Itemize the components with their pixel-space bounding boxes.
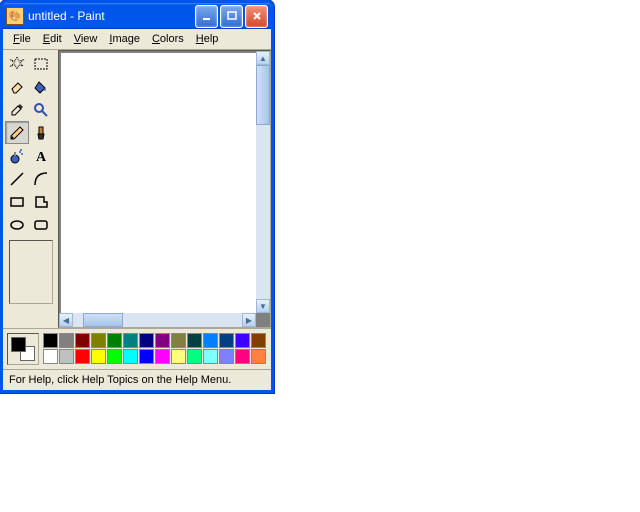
color-swatch-1[interactable]	[59, 333, 74, 348]
tool-curve[interactable]	[29, 167, 53, 190]
color-swatch-4[interactable]	[107, 333, 122, 348]
menu-colors[interactable]: Colors	[146, 31, 190, 47]
tool-text[interactable]: A	[29, 144, 53, 167]
tool-ellipse[interactable]	[5, 213, 29, 236]
color-swatch-14[interactable]	[43, 349, 58, 364]
tool-picker[interactable]	[5, 98, 29, 121]
drawing-canvas[interactable]	[61, 53, 257, 313]
scroll-up-button[interactable]: ▲	[256, 51, 270, 65]
color-swatch-16[interactable]	[75, 349, 90, 364]
title-bar[interactable]: 🎨 untitled - Paint	[3, 3, 271, 29]
close-button[interactable]	[245, 5, 268, 28]
free-select-icon	[9, 56, 25, 72]
status-bar: For Help, click Help Topics on the Help …	[3, 369, 271, 390]
vertical-scroll-thumb[interactable]	[256, 65, 270, 125]
menu-image[interactable]: Image	[103, 31, 146, 47]
airbrush-icon	[9, 148, 25, 164]
tool-fill[interactable]	[29, 75, 53, 98]
color-swatch-7[interactable]	[155, 333, 170, 348]
minimize-button[interactable]	[195, 5, 218, 28]
color-swatch-6[interactable]	[139, 333, 154, 348]
color-palette-area	[3, 328, 271, 369]
menu-edit[interactable]: Edit	[37, 31, 68, 47]
polygon-icon	[33, 194, 49, 210]
text-icon: A	[33, 148, 49, 164]
tool-rect-select[interactable]	[29, 52, 53, 75]
round-rect-icon	[33, 217, 49, 233]
tool-options[interactable]	[9, 240, 53, 304]
brush-icon	[33, 125, 49, 141]
tool-polygon[interactable]	[29, 190, 53, 213]
color-swatch-3[interactable]	[91, 333, 106, 348]
color-swatch-23[interactable]	[187, 349, 202, 364]
color-swatch-8[interactable]	[171, 333, 186, 348]
rect-select-icon	[33, 56, 49, 72]
color-swatch-11[interactable]	[219, 333, 234, 348]
color-swatch-18[interactable]	[107, 349, 122, 364]
window-buttons	[195, 5, 268, 28]
menu-view[interactable]: View	[68, 31, 104, 47]
color-swatch-0[interactable]	[43, 333, 58, 348]
color-swatch-5[interactable]	[123, 333, 138, 348]
rectangle-icon	[9, 194, 25, 210]
fill-icon	[33, 79, 49, 95]
tool-free-select[interactable]	[5, 52, 29, 75]
tool-brush[interactable]	[29, 121, 53, 144]
ellipse-icon	[9, 217, 25, 233]
vertical-scrollbar[interactable]: ▲ ▼	[256, 51, 270, 313]
toolbox: A	[3, 50, 58, 328]
color-swatch-21[interactable]	[155, 349, 170, 364]
svg-text:A: A	[36, 150, 47, 164]
color-swatch-17[interactable]	[91, 349, 106, 364]
scroll-down-button[interactable]: ▼	[256, 299, 270, 313]
tool-pencil[interactable]	[5, 121, 29, 144]
tool-line[interactable]	[5, 167, 29, 190]
curve-icon	[33, 171, 49, 187]
color-swatch-24[interactable]	[203, 349, 218, 364]
picker-icon	[9, 102, 25, 118]
color-palette	[43, 333, 267, 365]
color-swatch-9[interactable]	[187, 333, 202, 348]
color-swatch-2[interactable]	[75, 333, 90, 348]
tool-airbrush[interactable]	[5, 144, 29, 167]
color-swatch-25[interactable]	[219, 349, 234, 364]
horizontal-scroll-thumb[interactable]	[83, 313, 123, 327]
pencil-icon	[9, 125, 25, 141]
color-swatch-10[interactable]	[203, 333, 218, 348]
scroll-right-button[interactable]: ▶	[242, 313, 256, 327]
color-swatch-15[interactable]	[59, 349, 74, 364]
app-icon: 🎨	[6, 7, 24, 25]
line-icon	[9, 171, 25, 187]
foreground-color-swatch[interactable]	[11, 337, 26, 352]
color-swatch-13[interactable]	[251, 333, 266, 348]
menu-help[interactable]: Help	[190, 31, 225, 47]
menu-bar: File Edit View Image Colors Help	[3, 29, 271, 50]
eraser-icon	[9, 79, 25, 95]
paint-window: 🎨 untitled - Paint File Edit View Image …	[0, 0, 274, 393]
tool-eraser[interactable]	[5, 75, 29, 98]
color-swatch-20[interactable]	[139, 349, 154, 364]
tool-rectangle[interactable]	[5, 190, 29, 213]
tool-round-rect[interactable]	[29, 213, 53, 236]
canvas-area: ▲ ▼ ◀ ▶	[58, 50, 271, 328]
menu-file[interactable]: File	[7, 31, 37, 47]
color-swatch-19[interactable]	[123, 349, 138, 364]
horizontal-scrollbar[interactable]: ◀ ▶	[59, 313, 256, 327]
body-area: A ▲ ▼ ◀ ▶	[3, 50, 271, 328]
maximize-button[interactable]	[220, 5, 243, 28]
window-title: untitled - Paint	[28, 9, 195, 23]
scroll-left-button[interactable]: ◀	[59, 313, 73, 327]
color-indicator[interactable]	[7, 333, 39, 365]
color-swatch-22[interactable]	[171, 349, 186, 364]
color-swatch-12[interactable]	[235, 333, 250, 348]
tool-magnifier[interactable]	[29, 98, 53, 121]
color-swatch-26[interactable]	[235, 349, 250, 364]
color-swatch-27[interactable]	[251, 349, 266, 364]
magnifier-icon	[33, 102, 49, 118]
